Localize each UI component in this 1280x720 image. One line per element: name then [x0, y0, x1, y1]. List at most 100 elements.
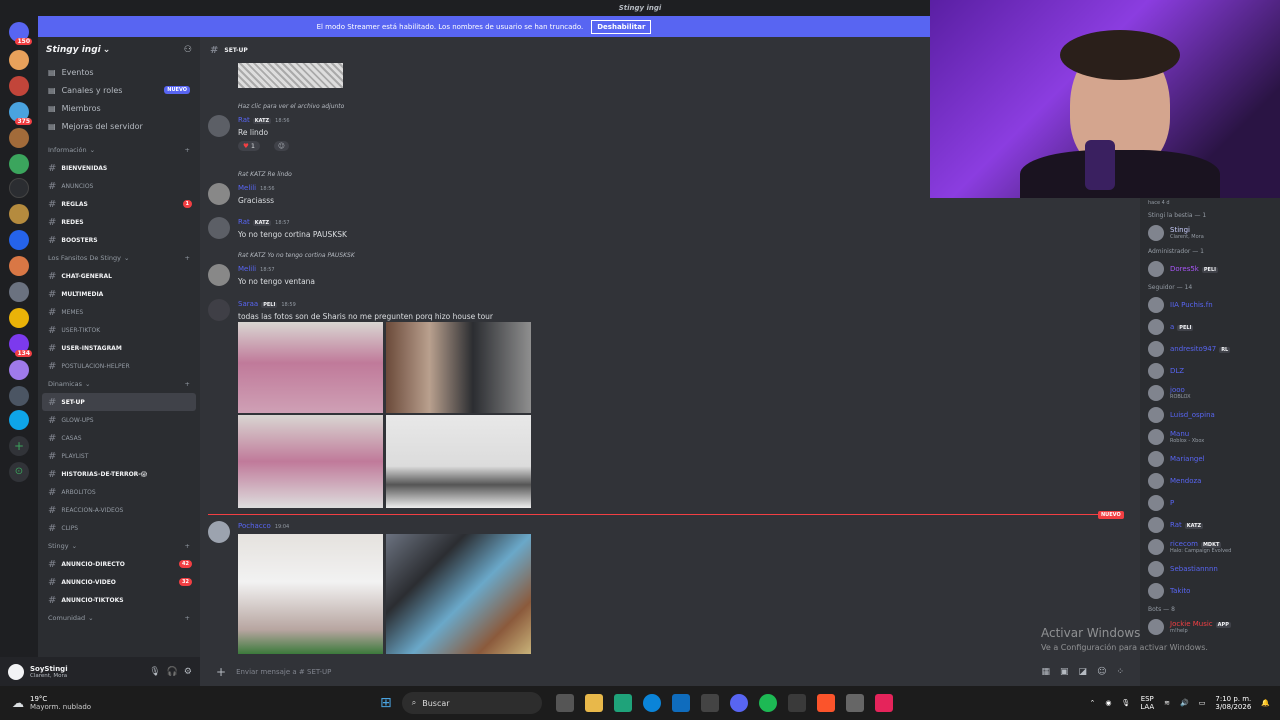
task-view-icon[interactable]: [555, 694, 574, 712]
server-icon[interactable]: [9, 154, 29, 174]
obs-icon[interactable]: [845, 694, 864, 712]
outlook-icon[interactable]: [671, 694, 690, 712]
channel-category[interactable]: Información ⌄ +: [38, 141, 200, 159]
server-menu-item[interactable]: ▤ Miembros: [38, 99, 200, 117]
chevron-up-icon[interactable]: ⌃: [1089, 699, 1095, 707]
apps-icon[interactable]: ⁘: [1116, 667, 1124, 677]
channel-item[interactable]: # BIENVENIDAS: [38, 159, 200, 177]
reply-preview[interactable]: Haz clic para ver el archivo adjunto: [238, 103, 344, 110]
add-server-icon[interactable]: +: [9, 436, 29, 456]
weather-widget[interactable]: ☁ 19°C Mayorm. nublado: [0, 695, 380, 711]
add-channel-icon[interactable]: +: [185, 542, 190, 550]
server-icon[interactable]: 375: [9, 102, 32, 125]
channel-item[interactable]: # BOOSTERS: [38, 231, 200, 249]
file-explorer-icon[interactable]: [584, 694, 603, 712]
member-item[interactable]: Sebastiannnn: [1140, 558, 1280, 580]
channel-item[interactable]: # ANUNCIO-DIRECTO 42: [38, 555, 200, 573]
member-item[interactable]: Mariangel: [1140, 448, 1280, 470]
add-channel-icon[interactable]: +: [185, 614, 190, 622]
store-icon[interactable]: [700, 694, 719, 712]
windows-start-icon[interactable]: ⊞: [380, 695, 392, 711]
server-icon[interactable]: [9, 410, 29, 430]
message-author[interactable]: Melili 18:57: [238, 265, 275, 273]
language-indicator[interactable]: ESP LAA: [1140, 695, 1154, 711]
avatar[interactable]: [208, 217, 230, 239]
message-composer[interactable]: + Enviar mensaje a # SET-UP ▦ ▣ ◪ ☺ ⁘: [200, 657, 1140, 686]
avatar[interactable]: [8, 663, 24, 680]
photo-attachment[interactable]: [238, 534, 383, 654]
edge-icon[interactable]: [642, 694, 661, 712]
reply-preview[interactable]: Rat KATZ Re lindo: [238, 171, 292, 178]
add-channel-icon[interactable]: +: [185, 254, 190, 262]
server-icon[interactable]: [9, 386, 29, 406]
tiktok-icon[interactable]: [874, 694, 893, 712]
photo-attachment[interactable]: [238, 322, 383, 413]
photo-attachment[interactable]: [386, 534, 531, 654]
image-attachment[interactable]: [238, 63, 343, 88]
avatar[interactable]: [208, 299, 230, 321]
server-icon[interactable]: [9, 360, 29, 380]
server-icon[interactable]: [9, 178, 29, 198]
channel-item[interactable]: # PLAYLIST: [38, 447, 200, 465]
channel-category[interactable]: Dinamicas ⌄ +: [38, 375, 200, 393]
member-item[interactable]: Mendoza: [1140, 470, 1280, 492]
reaction[interactable]: ♥ 1: [238, 141, 261, 151]
gift-icon[interactable]: ▦: [1042, 667, 1051, 677]
member-item[interactable]: Stingi Clarent, Mora: [1140, 222, 1280, 244]
member-item[interactable]: Manu Roblox - Xbox: [1140, 426, 1280, 448]
emoji-icon[interactable]: ☺: [1097, 667, 1106, 677]
channel-item[interactable]: # USER-TIKTOK: [38, 321, 200, 339]
photo-attachment[interactable]: [386, 322, 531, 413]
direct-messages-icon[interactable]: 150: [9, 22, 32, 45]
message-author[interactable]: Saraa PELI 18:59: [238, 300, 296, 308]
gear-icon[interactable]: ⚙: [184, 667, 192, 677]
channel-item[interactable]: # MULTIMEDIA: [38, 285, 200, 303]
channel-item[interactable]: # REACCION-A-VIDEOS: [38, 501, 200, 519]
member-item[interactable]: andresito947 RL: [1140, 338, 1280, 360]
server-icon[interactable]: 134: [9, 334, 32, 357]
avatar[interactable]: [208, 264, 230, 286]
app-icon[interactable]: [787, 694, 806, 712]
photo-attachment[interactable]: [386, 415, 531, 508]
gif-icon[interactable]: ▣: [1060, 667, 1069, 677]
member-item[interactable]: a PELI: [1140, 316, 1280, 338]
channel-item[interactable]: # CASAS: [38, 429, 200, 447]
volume-icon[interactable]: 🔊: [1180, 699, 1189, 707]
server-icon[interactable]: [9, 204, 29, 224]
taskbar-search[interactable]: ⌕ Buscar: [401, 692, 542, 714]
server-menu-item[interactable]: ▤ Mejoras del servidor: [38, 117, 200, 135]
channel-item[interactable]: # REDES: [38, 213, 200, 231]
server-icon[interactable]: [9, 50, 29, 70]
message-author[interactable]: Rat KATZ 18:56: [238, 116, 290, 124]
channel-category[interactable]: Los Fansitos De Stingy ⌄ +: [38, 249, 200, 267]
battery-icon[interactable]: ▭: [1199, 699, 1206, 707]
message-input[interactable]: Enviar mensaje a # SET-UP: [236, 668, 331, 676]
add-channel-icon[interactable]: +: [185, 380, 190, 388]
server-icon[interactable]: [9, 230, 29, 250]
message-author[interactable]: Rat KATZ 18:57: [238, 218, 290, 226]
channel-category[interactable]: Comunidad ⌄ +: [38, 609, 200, 627]
add-channel-icon[interactable]: +: [185, 146, 190, 154]
add-person-icon[interactable]: ⚇: [184, 45, 192, 55]
photo-attachment[interactable]: [238, 415, 383, 508]
server-icon[interactable]: [9, 128, 29, 148]
channel-item[interactable]: # SET-UP: [42, 393, 196, 411]
server-icon[interactable]: [9, 76, 29, 96]
member-item[interactable]: Luisd_ospina: [1140, 404, 1280, 426]
member-item[interactable]: IIA Puchis.fn: [1140, 294, 1280, 316]
channel-item[interactable]: # ANUNCIO-VIDEO 32: [38, 573, 200, 591]
copilot-icon[interactable]: [613, 694, 632, 712]
network-icon[interactable]: ◉: [1105, 699, 1111, 707]
spotify-icon[interactable]: [758, 694, 777, 712]
avatar[interactable]: [208, 521, 230, 543]
channel-item[interactable]: # REGLAS 1: [38, 195, 200, 213]
server-icon[interactable]: [9, 256, 29, 276]
channel-item[interactable]: # GLOW-UPS: [38, 411, 200, 429]
channel-item[interactable]: # CLIPS: [38, 519, 200, 537]
member-item[interactable]: jooo ROBLOX: [1140, 382, 1280, 404]
brave-icon[interactable]: [816, 694, 835, 712]
avatar[interactable]: [208, 183, 230, 205]
member-item[interactable]: Jockie Music APP m!help: [1140, 616, 1280, 638]
channel-item[interactable]: # ANUNCIO-TIKTOKS: [38, 591, 200, 609]
server-menu-item[interactable]: ▤ Canales y roles NUEVO: [38, 81, 200, 99]
